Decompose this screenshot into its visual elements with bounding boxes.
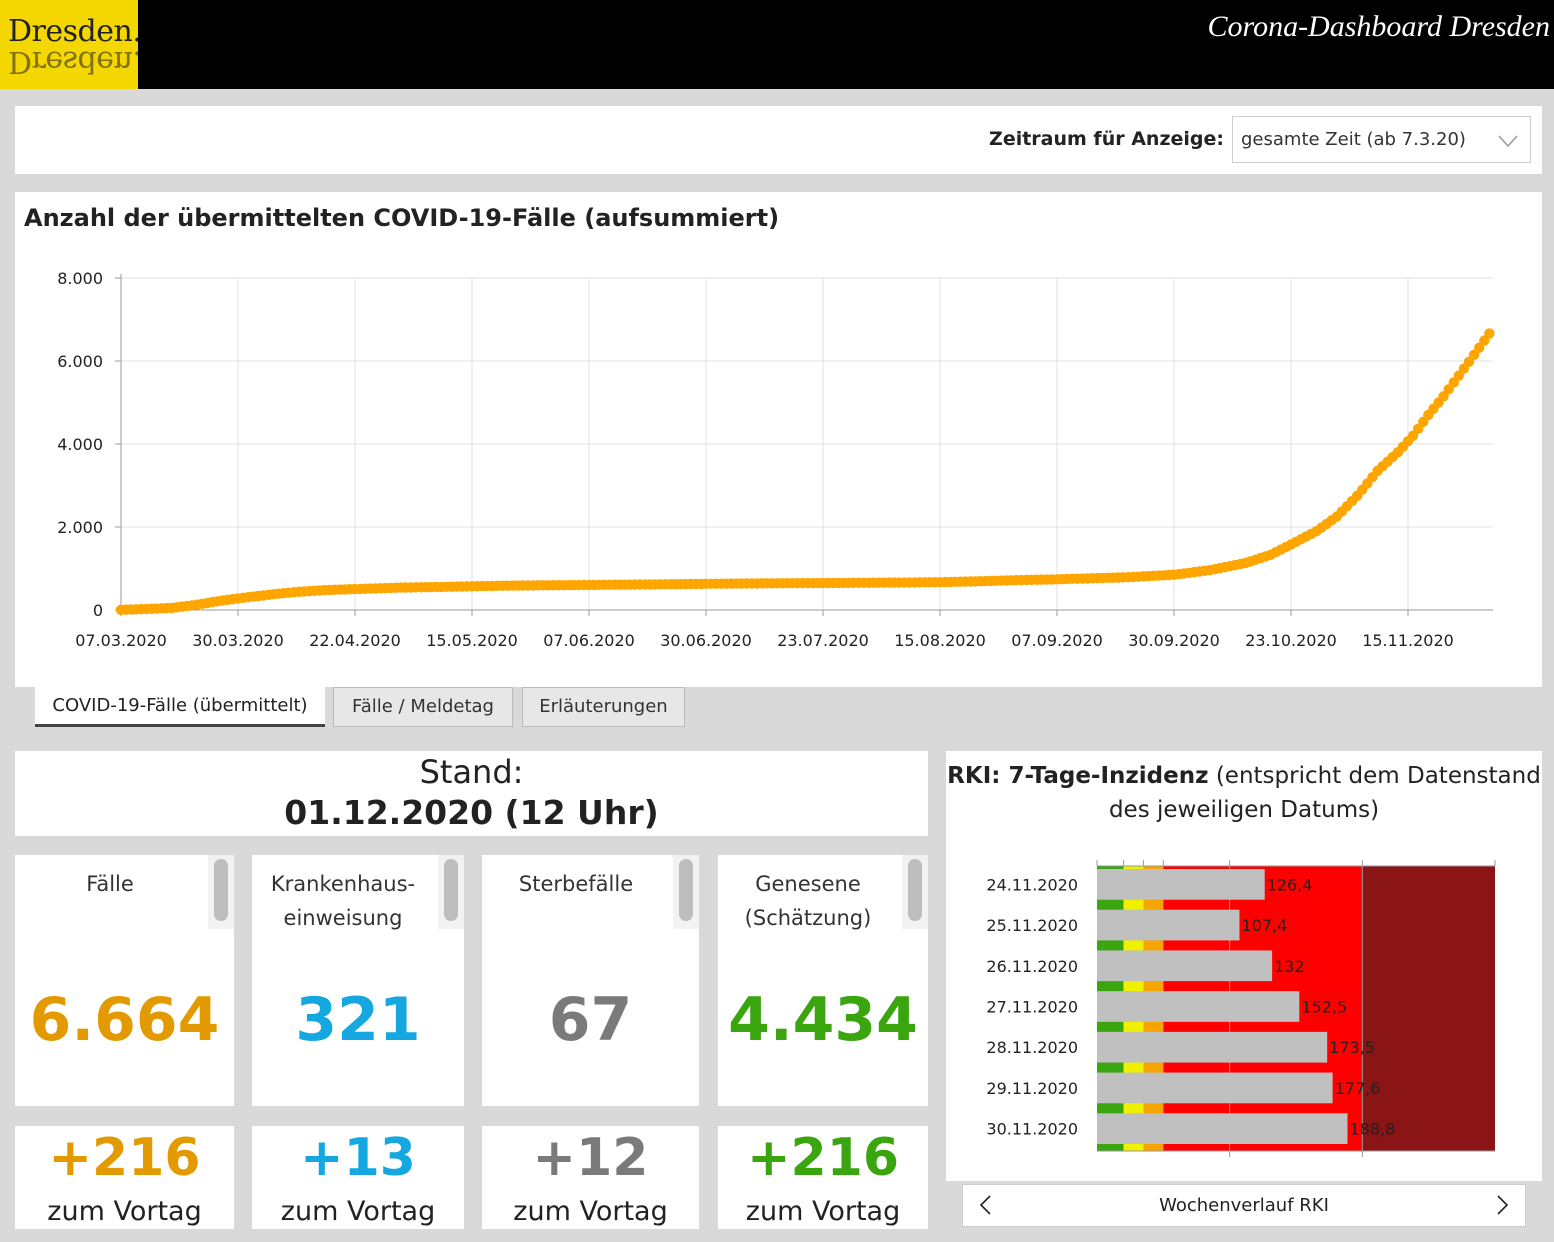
bar-value-label: 107,4 — [1241, 916, 1287, 935]
x-tick-label: 23.10.2020 — [1245, 631, 1337, 650]
stat-card-recovered: Genesene (Schätzung) 4.434 — [718, 855, 928, 1106]
delta-value: +13 — [300, 1128, 416, 1188]
incidence-bar — [1097, 1072, 1333, 1104]
category-label: 30.11.2020 — [986, 1120, 1078, 1139]
logo-reflection: Dresden. — [8, 44, 138, 79]
incidence-bar — [1097, 1113, 1348, 1144]
scrollbar-thumb[interactable] — [214, 859, 228, 921]
y-tick-label: 0 — [93, 601, 103, 620]
tab-cases-per-day[interactable]: Fälle / Meldetag — [333, 687, 513, 727]
x-tick-label: 15.08.2020 — [894, 631, 986, 650]
cases-series — [115, 328, 1495, 615]
stat-card-hospital: Krankenhaus- einweisung 321 — [252, 855, 464, 1106]
data-point — [1484, 328, 1495, 339]
incidence-bar — [1097, 991, 1300, 1022]
category-label: 26.11.2020 — [986, 957, 1078, 976]
delta-label: zum Vortag — [513, 1196, 668, 1227]
incidence-bar — [1097, 869, 1265, 900]
delta-value: +216 — [746, 1128, 900, 1188]
incidence-bar — [1097, 950, 1273, 982]
delta-card-hospital: +13 zum Vortag — [252, 1126, 464, 1229]
rki-week-navigator: Wochenverlauf RKI — [962, 1184, 1526, 1227]
rki-incidence-chart: 126,4 24.11.2020 107,4 25.11.2020 132 26.11.2… — [986, 860, 1496, 1157]
x-tick-label: 30.03.2020 — [192, 631, 284, 650]
x-tick-label: 22.04.2020 — [309, 631, 401, 650]
scrollbar-thumb[interactable] — [679, 859, 693, 921]
category-label: 24.11.2020 — [986, 875, 1078, 894]
delta-label: zum Vortag — [745, 1196, 901, 1227]
stand-panel: Stand: 01.12.2020 (12 Uhr) — [15, 751, 928, 836]
dresden-logo: Dresden. Dresden. — [0, 0, 138, 89]
delta-card-recovered: +216 zum Vortag — [718, 1126, 928, 1229]
stand-date: 01.12.2020 (12 Uhr) — [284, 793, 659, 832]
y-tick-label: 8.000 — [57, 269, 103, 288]
y-tick-label: 2.000 — [57, 518, 103, 537]
period-select-value: gesamte Zeit (ab 7.3.20) — [1241, 129, 1466, 150]
category-label: 29.11.2020 — [986, 1079, 1078, 1098]
x-tick-label: 07.09.2020 — [1011, 631, 1103, 650]
incidence-bar — [1097, 1031, 1328, 1063]
period-select[interactable]: gesamte Zeit (ab 7.3.20) — [1232, 116, 1531, 163]
bar-value-label: 173,5 — [1329, 1038, 1375, 1057]
incidence-bar — [1097, 909, 1240, 941]
tab-cases[interactable]: COVID-19-Fälle (übermittelt) — [35, 687, 325, 727]
bar-value-label: 132 — [1274, 957, 1305, 976]
x-tick-label: 15.05.2020 — [426, 631, 518, 650]
delta-label: zum Vortag — [47, 1196, 202, 1227]
delta-card-cases: +216 zum Vortag — [15, 1126, 234, 1229]
x-tick-label: 30.09.2020 — [1128, 631, 1220, 650]
delta-value: +12 — [532, 1128, 649, 1188]
stat-value: 67 — [548, 985, 633, 1055]
incidence-band — [1362, 866, 1495, 1151]
scrollbar-thumb[interactable] — [908, 859, 922, 921]
rki-nav-label: Wochenverlauf RKI — [1159, 1195, 1329, 1216]
app-title: Corona-Dashboard Dresden — [1207, 10, 1551, 43]
cases-chart: 0 2.000 4.000 6.000 8.000 07.03.2020 30.03.202… — [57, 269, 1495, 650]
category-label: 25.11.2020 — [986, 916, 1078, 935]
stat-label: Genesene (Schätzung) — [744, 872, 872, 930]
scrollbar[interactable] — [438, 855, 464, 929]
stat-card-deaths: Sterbefälle 67 — [482, 855, 699, 1106]
scrollbar[interactable] — [208, 855, 234, 929]
delta-value: +216 — [48, 1128, 201, 1188]
stat-value: 4.434 — [728, 985, 918, 1055]
scrollbar-thumb[interactable] — [444, 859, 458, 921]
x-tick-label: 23.07.2020 — [777, 631, 869, 650]
scrollbar[interactable] — [673, 855, 699, 929]
bar-value-label: 126,4 — [1267, 875, 1313, 894]
bar-value-label: 177,6 — [1335, 1079, 1381, 1098]
tab-explanations[interactable]: Erläuterungen — [522, 687, 685, 727]
chevron-right-icon[interactable] — [1497, 1195, 1509, 1215]
category-label: 28.11.2020 — [986, 1038, 1078, 1057]
stat-card-cases: Fälle 6.664 — [15, 855, 234, 1106]
cases-chart-panel: Anzahl der übermittelten COVID-19-Fälle … — [15, 192, 1542, 687]
filter-bar: Zeitraum für Anzeige: gesamte Zeit (ab 7… — [15, 106, 1542, 174]
stat-label: Fälle — [86, 872, 134, 896]
stat-value: 6.664 — [29, 985, 220, 1055]
category-label: 27.11.2020 — [986, 998, 1078, 1017]
y-tick-label: 4.000 — [57, 435, 103, 454]
chevron-down-icon — [1498, 135, 1518, 147]
bar-value-label: 188,8 — [1349, 1120, 1395, 1139]
rki-incidence-panel: RKI: 7-Tage-Inzidenz (entspricht dem Dat… — [946, 751, 1542, 1181]
x-tick-label: 07.03.2020 — [75, 631, 167, 650]
x-tick-label: 15.11.2020 — [1362, 631, 1454, 650]
x-tick-label: 30.06.2020 — [660, 631, 752, 650]
stat-value: 321 — [295, 985, 421, 1055]
top-bar: Dresden. Dresden. Corona-Dashboard Dresd… — [0, 0, 1554, 89]
stat-label: Sterbefälle — [518, 872, 634, 896]
scrollbar[interactable] — [902, 855, 928, 929]
period-label: Zeitraum für Anzeige: — [989, 128, 1224, 150]
stat-label: Krankenhaus- einweisung — [270, 872, 416, 930]
delta-label: zum Vortag — [280, 1196, 436, 1227]
stand-label: Stand: — [419, 753, 524, 791]
bar-value-label: 152,5 — [1301, 998, 1347, 1017]
y-tick-label: 6.000 — [57, 352, 103, 371]
delta-card-deaths: +12 zum Vortag — [482, 1126, 699, 1229]
x-tick-label: 07.06.2020 — [543, 631, 635, 650]
